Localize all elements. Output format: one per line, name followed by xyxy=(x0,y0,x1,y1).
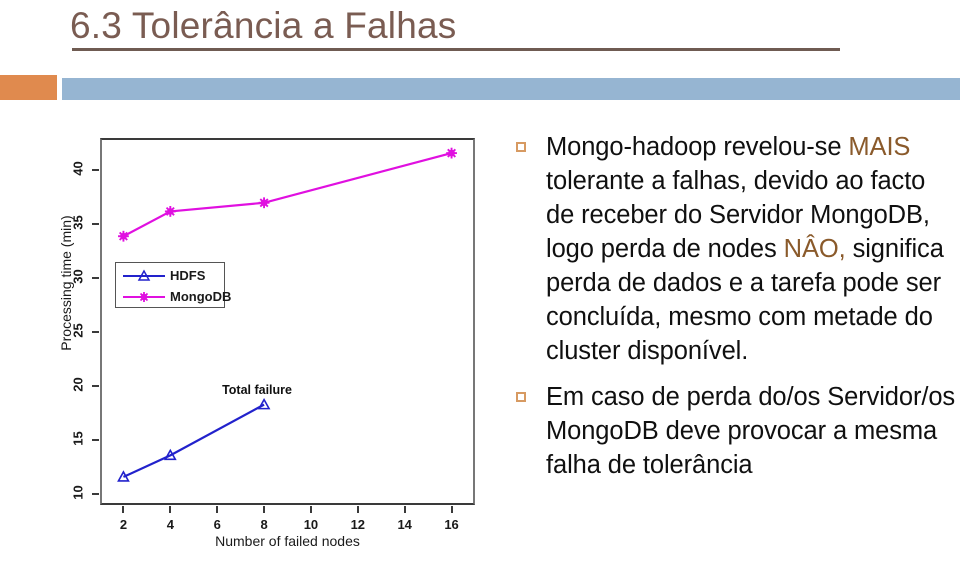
legend-label-mongodb: MongoDB xyxy=(170,289,232,304)
bullet-square-icon xyxy=(516,392,526,402)
x-tick-label: 16 xyxy=(444,517,459,532)
annotation-total-failure: Total failure xyxy=(222,382,292,397)
x-tick-mark xyxy=(309,506,312,513)
y-tick-mark xyxy=(92,277,99,280)
bullet-square-icon xyxy=(516,142,526,152)
data-point-mongodb xyxy=(164,206,176,217)
text-run: Em caso de perda do/os Servidor/os Mongo… xyxy=(546,383,956,479)
x-tick-mark xyxy=(356,506,359,513)
highlighted-term: NÂO, xyxy=(783,235,846,263)
x-tick-mark xyxy=(403,506,406,513)
y-tick-label: 20 xyxy=(70,377,86,392)
bullet-perda-servidor: Em caso de perda do/os Servidor/os Mongo… xyxy=(512,380,960,482)
content-column: Mongo-hadoop revelou-se MAIS tolerante a… xyxy=(512,130,960,494)
x-tick-mark xyxy=(263,506,266,513)
chart-panel: Processing time (min) Number of failed n… xyxy=(40,125,510,565)
series-line-mongodb xyxy=(122,152,452,238)
series-line-hdfs xyxy=(122,403,265,478)
x-axis-title: Number of failed nodes xyxy=(215,533,360,549)
bullet-tolerancia: Mongo-hadoop revelou-se MAIS tolerante a… xyxy=(512,130,960,368)
title-underline-rule xyxy=(72,48,840,51)
legend-swatch-mongodb xyxy=(123,292,165,302)
data-point-mongodb xyxy=(446,147,457,159)
x-tick-mark xyxy=(169,506,172,513)
chart-legend: HDFS MongoDB xyxy=(115,262,231,309)
data-point-mongodb xyxy=(258,197,270,209)
plot-svg xyxy=(117,147,457,482)
legend-label-hdfs: HDFS xyxy=(170,268,206,283)
x-tick-label: 12 xyxy=(350,517,366,532)
x-tick-mark xyxy=(450,506,453,513)
x-tick-label: 14 xyxy=(397,517,412,532)
page-title: 6.3 Tolerância a Falhas xyxy=(70,5,457,46)
x-tick-mark xyxy=(216,506,219,513)
legend-item-mongodb: MongoDB xyxy=(116,286,231,309)
x-tick-label: 6 xyxy=(213,517,221,532)
legend-item-hdfs: HDFS xyxy=(116,265,224,288)
data-point-mongodb xyxy=(118,230,129,242)
y-tick-mark xyxy=(92,169,99,172)
bullet-text: Em caso de perda do/os Servidor/os Mongo… xyxy=(546,380,960,482)
y-tick-label: 40 xyxy=(70,161,86,177)
highlighted-term: MAIS xyxy=(848,133,911,161)
data-point-hdfs xyxy=(257,397,271,410)
x-tick-label: 8 xyxy=(260,517,268,532)
header-accent-block xyxy=(0,75,57,100)
y-tick-mark xyxy=(92,493,99,496)
y-tick-label: 35 xyxy=(70,215,86,231)
x-tick-label: 10 xyxy=(303,517,319,532)
x-tick-label: 2 xyxy=(119,517,128,532)
y-tick-mark xyxy=(92,223,99,226)
text-run: Mongo-hadoop revelou-se xyxy=(546,133,849,161)
y-tick-mark xyxy=(92,385,99,388)
y-tick-mark xyxy=(92,439,99,442)
y-tick-label: 15 xyxy=(70,431,86,446)
header-band xyxy=(62,78,960,100)
y-tick-label: 25 xyxy=(70,323,86,339)
x-tick-label: 4 xyxy=(166,517,174,532)
x-tick-mark xyxy=(122,506,125,513)
bullet-text: Mongo-hadoop revelou-se MAIS tolerante a… xyxy=(546,130,960,368)
legend-swatch-hdfs xyxy=(123,269,165,281)
y-tick-mark xyxy=(92,331,99,334)
y-tick-label: 30 xyxy=(70,269,86,285)
y-tick-label: 10 xyxy=(70,485,86,500)
